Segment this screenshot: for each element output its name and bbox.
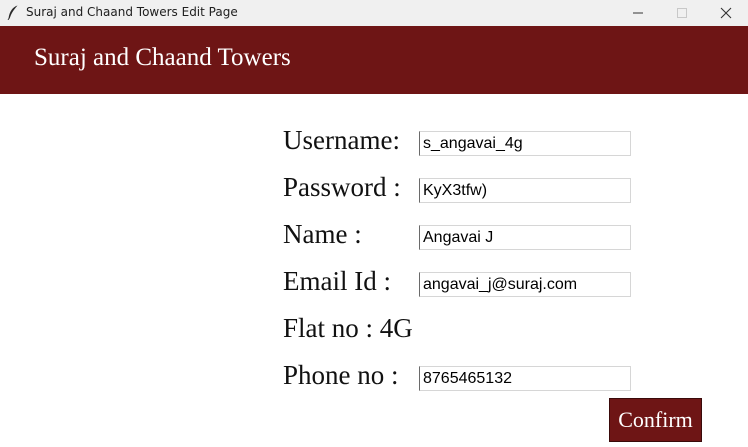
minimize-icon [633, 12, 643, 14]
username-label: Username: [283, 125, 400, 155]
phone-label: Phone no : [283, 360, 399, 390]
flat-no-label: Flat no : 4G [283, 313, 413, 343]
feather-icon [7, 5, 19, 21]
email-label: Email Id : [283, 266, 391, 296]
close-button[interactable] [704, 0, 748, 26]
minimize-button[interactable] [616, 0, 660, 26]
email-field[interactable] [419, 272, 631, 297]
header-banner: Suraj and Chaand Towers [0, 26, 748, 94]
close-icon [720, 7, 732, 19]
password-label: Password : [283, 172, 401, 202]
confirm-button[interactable]: Confirm [609, 398, 702, 442]
window-title: Suraj and Chaand Towers Edit Page [26, 5, 238, 19]
name-label: Name : [283, 219, 362, 249]
maximize-icon [677, 8, 687, 18]
name-field[interactable] [419, 225, 631, 250]
maximize-button[interactable] [660, 0, 704, 26]
password-field[interactable] [419, 178, 631, 203]
phone-field[interactable] [419, 366, 631, 391]
username-field[interactable] [419, 131, 631, 156]
title-bar: Suraj and Chaand Towers Edit Page [0, 0, 748, 26]
page-title: Suraj and Chaand Towers [34, 44, 291, 71]
edit-page-window: Suraj and Chaand Towers Edit Page Suraj … [0, 0, 748, 447]
